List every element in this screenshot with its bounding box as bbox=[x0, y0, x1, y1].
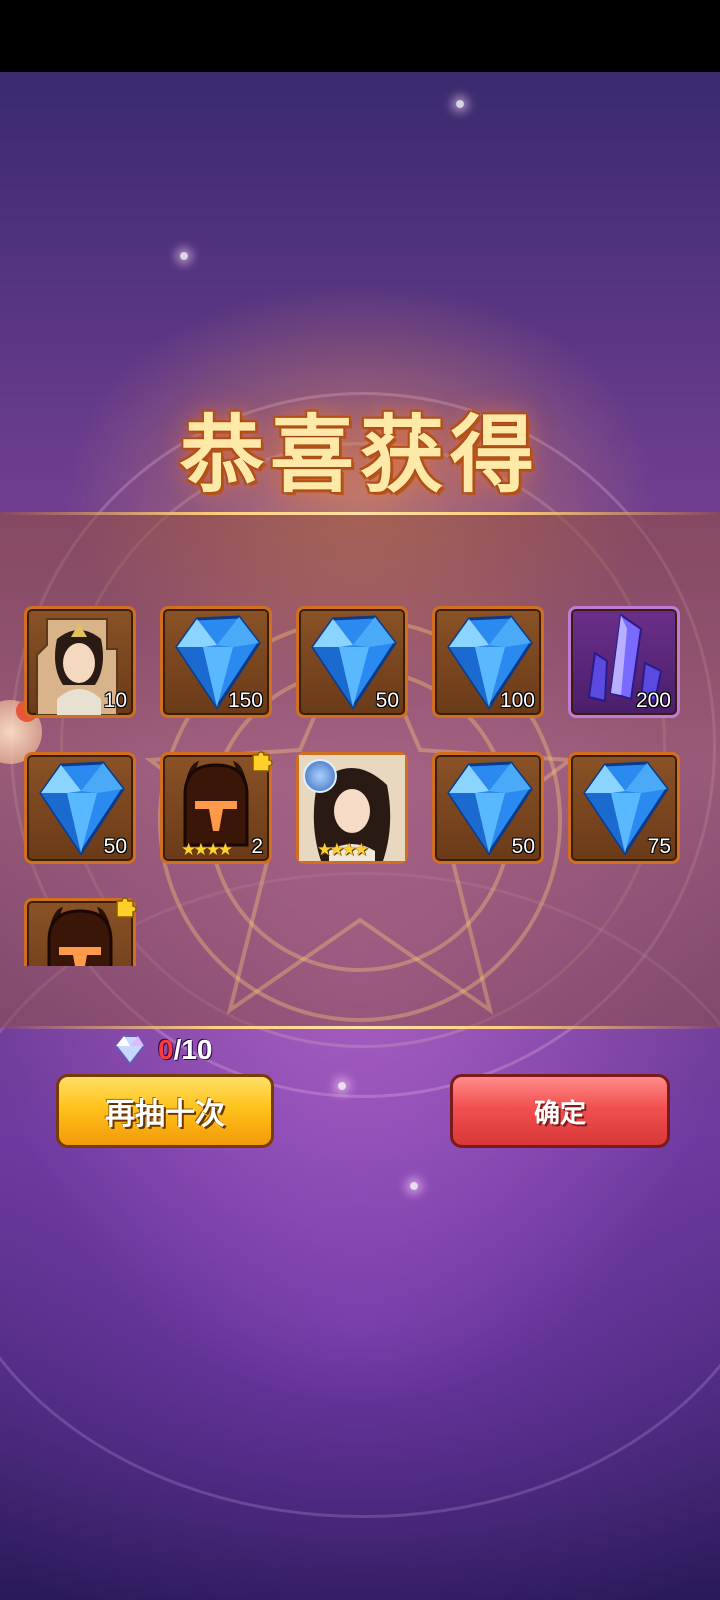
sparkle bbox=[338, 1082, 346, 1090]
draw-cost: 0/10 bbox=[112, 1030, 213, 1070]
item-quantity: 50 bbox=[103, 835, 127, 858]
item-quantity: 50 bbox=[511, 835, 535, 858]
page-title: 恭喜获得 bbox=[179, 406, 540, 504]
reward-item[interactable]: 75 bbox=[568, 752, 680, 864]
reward-item[interactable]: 10 bbox=[24, 606, 136, 718]
item-quantity: 200 bbox=[635, 689, 671, 712]
class-badge-icon bbox=[303, 759, 337, 793]
cost-total: /10 bbox=[173, 1034, 213, 1065]
star-rating: ★★★★ bbox=[181, 840, 233, 860]
reward-item[interactable]: 100 bbox=[432, 606, 544, 718]
sparkle bbox=[180, 252, 188, 260]
confirm-button[interactable]: 确定 bbox=[450, 1074, 670, 1148]
star-rating: ★★★★ bbox=[317, 840, 369, 860]
reward-item[interactable] bbox=[24, 897, 137, 966]
cost-current: 0 bbox=[158, 1034, 174, 1065]
sparkle bbox=[456, 100, 464, 108]
reward-item[interactable]: 50 bbox=[24, 752, 136, 864]
reward-item[interactable]: 50 bbox=[432, 752, 544, 864]
shard-puzzle-icon bbox=[116, 897, 137, 918]
item-quantity: 2 bbox=[251, 835, 263, 858]
shard-puzzle-icon bbox=[252, 751, 273, 772]
crystal-icon bbox=[114, 1035, 146, 1066]
status-bar bbox=[0, 0, 720, 72]
sparkle bbox=[410, 1182, 418, 1190]
reward-grid: 10 150 50 100 200 50 ★★★★ 2 ★★★★ 50 75 bbox=[24, 606, 700, 966]
item-quantity: 50 bbox=[375, 689, 399, 712]
reward-item[interactable]: ★★★★ bbox=[296, 752, 408, 864]
divider bbox=[0, 512, 720, 515]
reward-item[interactable]: 50 bbox=[296, 606, 408, 718]
draw-again-button[interactable]: 再抽十次 bbox=[56, 1074, 274, 1148]
cost-counter: 0/10 bbox=[158, 1034, 213, 1066]
reward-item[interactable]: ★★★★ 2 bbox=[160, 751, 273, 864]
item-quantity: 100 bbox=[499, 689, 535, 712]
reward-item[interactable]: 150 bbox=[160, 606, 272, 718]
item-quantity: 75 bbox=[647, 835, 671, 858]
reward-item[interactable]: 200 bbox=[568, 606, 680, 718]
item-quantity: 10 bbox=[103, 689, 127, 712]
item-quantity: 150 bbox=[227, 689, 263, 712]
